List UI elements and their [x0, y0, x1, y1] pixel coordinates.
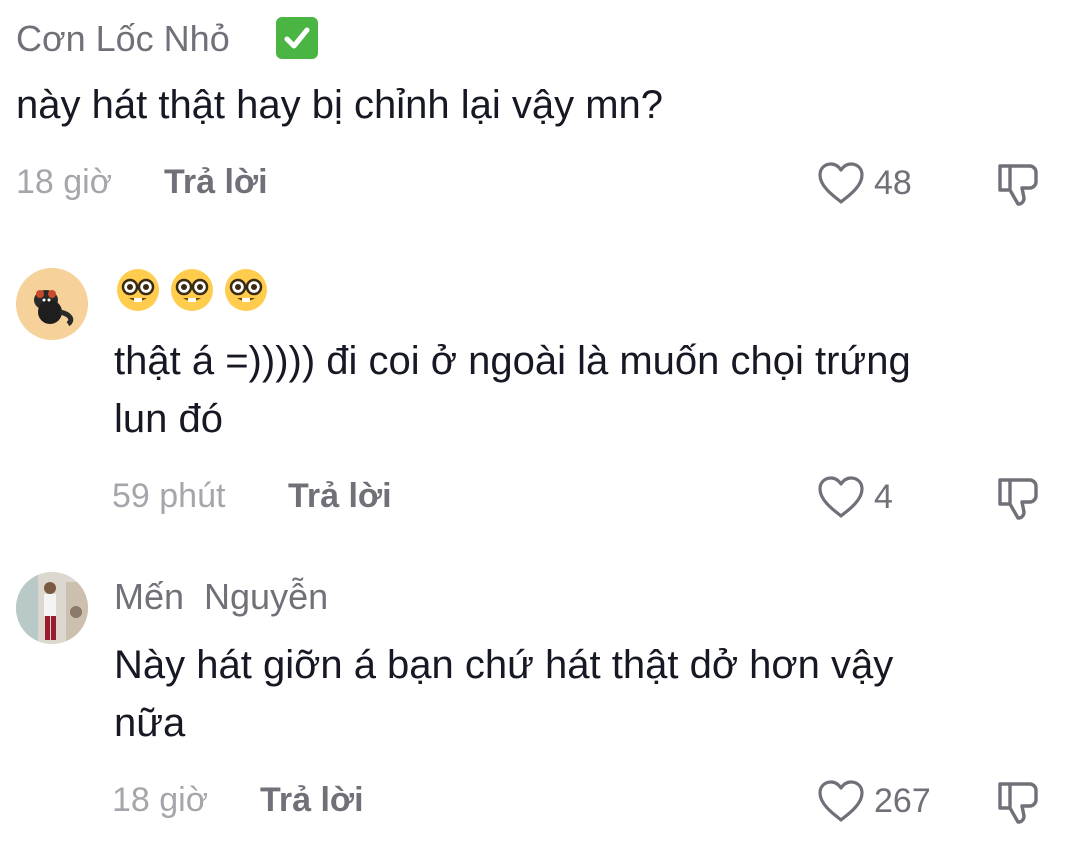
like-count: 4: [874, 478, 893, 516]
reply-button[interactable]: Trả lời: [288, 476, 392, 516]
comment-text: này hát thật hay bị chỉnh lại vậy mn?: [16, 83, 664, 127]
like-button[interactable]: 48: [816, 160, 912, 206]
comment-text-line-2: lun đó: [114, 397, 223, 441]
comment-time: 18 giờ: [112, 781, 209, 819]
username-emoji-row[interactable]: [114, 266, 270, 314]
heart-outline-icon: [818, 780, 864, 822]
nerd-face-emoji: [225, 269, 267, 311]
like-button[interactable]: 267: [816, 778, 931, 824]
comment-time: 18 giờ: [16, 163, 113, 201]
comment-3: Mến Nguyễn Này hát giỡn á bạn chứ hát th…: [0, 540, 1089, 841]
comment-time: 59 phút: [112, 477, 226, 515]
like-count: 48: [874, 164, 912, 202]
thumbs-down-icon: [998, 164, 1038, 206]
like-button[interactable]: 4: [816, 474, 893, 520]
thumbs-down-icon: [998, 782, 1038, 824]
dislike-button[interactable]: [994, 474, 1042, 527]
dislike-button[interactable]: [994, 778, 1042, 831]
dislike-button[interactable]: [994, 160, 1042, 213]
comment-username[interactable]: Mến Nguyễn: [114, 575, 328, 619]
comment-text-line-2: nữa: [114, 701, 186, 745]
heart-outline-icon: [818, 476, 864, 518]
comment-2: thật á =))))) đi coi ở ngoài là muốn chọ…: [0, 230, 1089, 540]
like-count: 267: [874, 782, 931, 820]
reply-button[interactable]: Trả lời: [260, 780, 364, 820]
comment-username[interactable]: Cơn Lốc Nhỏ: [16, 17, 230, 61]
verified-check-icon: [276, 17, 318, 59]
nerd-face-emoji: [171, 269, 213, 311]
thumbs-down-icon: [998, 478, 1038, 520]
heart-outline-icon: [818, 162, 864, 204]
avatar[interactable]: [16, 572, 88, 644]
reply-button[interactable]: Trả lời: [164, 162, 268, 202]
comment-text-line-1: Này hát giỡn á bạn chứ hát thật dở hơn v…: [114, 643, 894, 687]
comment-1: Cơn Lốc Nhỏ này hát thật hay bị chỉnh lạ…: [0, 0, 1089, 230]
avatar[interactable]: [16, 268, 88, 340]
comment-text-line-1: thật á =))))) đi coi ở ngoài là muốn chọ…: [114, 339, 911, 383]
nerd-face-emoji: [117, 269, 159, 311]
